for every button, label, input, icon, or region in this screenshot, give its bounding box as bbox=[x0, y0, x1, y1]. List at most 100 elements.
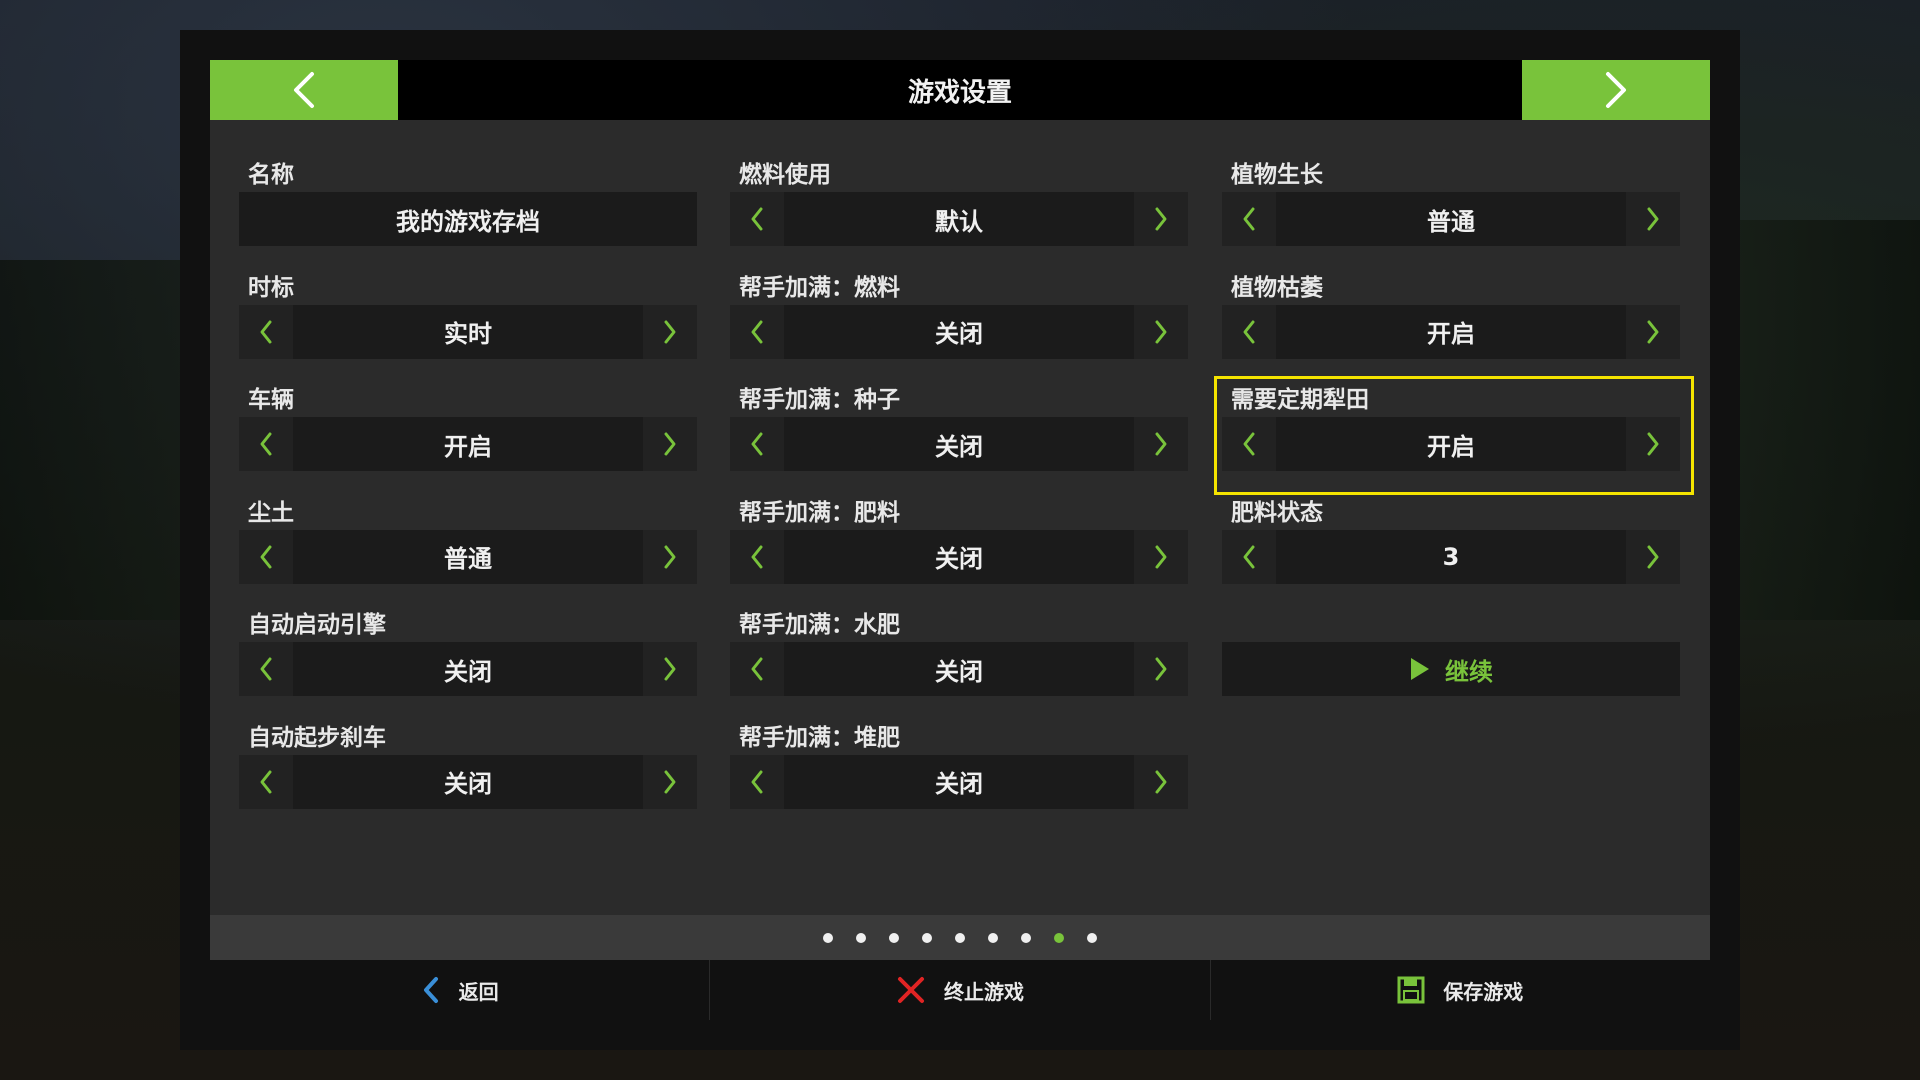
setting-label: 帮手加满：种子 bbox=[739, 387, 900, 413]
setting-item: 植物生长普通 bbox=[1222, 158, 1680, 271]
page-dot[interactable] bbox=[823, 932, 833, 943]
increase-option-button[interactable] bbox=[643, 417, 697, 471]
setting-selector[interactable]: 普通 bbox=[1222, 192, 1680, 246]
decrease-option-button[interactable] bbox=[1222, 417, 1276, 471]
increase-option-button[interactable] bbox=[643, 304, 697, 359]
setting-item: 帮手加满：种子关闭 bbox=[730, 383, 1188, 496]
setting-value: 关闭 bbox=[935, 657, 983, 686]
setting-selector[interactable]: 3 bbox=[1222, 529, 1680, 584]
increase-option-button[interactable] bbox=[643, 529, 697, 584]
setting-value: 普通 bbox=[444, 545, 492, 573]
page-dot[interactable] bbox=[1087, 932, 1097, 943]
decrease-option-button[interactable] bbox=[239, 417, 293, 471]
increase-option-button[interactable] bbox=[1134, 192, 1188, 246]
setting-label: 车辆 bbox=[248, 387, 294, 413]
setting-selector[interactable]: 开启 bbox=[1222, 304, 1680, 359]
increase-option-button[interactable] bbox=[1134, 529, 1188, 584]
chevron-left-icon bbox=[260, 770, 272, 793]
decrease-option-button[interactable] bbox=[730, 529, 784, 584]
setting-selector[interactable]: 关闭 bbox=[730, 529, 1188, 584]
decrease-option-button[interactable] bbox=[239, 304, 293, 359]
chevron-right-icon bbox=[1606, 72, 1626, 108]
page-dot[interactable] bbox=[955, 932, 965, 943]
decrease-option-button[interactable] bbox=[730, 754, 784, 809]
increase-option-button[interactable] bbox=[1134, 642, 1188, 696]
setting-label: 尘土 bbox=[248, 499, 294, 526]
decrease-option-button[interactable] bbox=[730, 417, 784, 471]
setting-value: 关闭 bbox=[444, 770, 492, 798]
chevron-right-icon bbox=[664, 432, 676, 456]
page-dot[interactable] bbox=[988, 932, 998, 943]
continue-button[interactable]: 继续 bbox=[1222, 642, 1680, 696]
chevron-right-icon bbox=[1155, 545, 1167, 568]
page-dot[interactable] bbox=[1021, 932, 1031, 943]
chevron-right-icon bbox=[1647, 320, 1659, 343]
setting-item: 帮手加满：水肥关闭 bbox=[730, 608, 1188, 721]
increase-option-button[interactable] bbox=[1626, 417, 1680, 471]
setting-text-field[interactable]: 我的游戏存档 bbox=[239, 192, 697, 246]
footer-bar: 返回 终止游戏 保存游戏 bbox=[210, 960, 1710, 1020]
decrease-option-button[interactable] bbox=[1222, 192, 1276, 246]
setting-label: 帮手加满：水肥 bbox=[739, 612, 900, 638]
increase-option-button[interactable] bbox=[1626, 529, 1680, 584]
settings-column-1: 名称 我的游戏存档 时标 实时 车辆 开启 尘土 普通 自动启动引擎 关闭 自动起步刹车 关闭 bbox=[239, 158, 697, 833]
quit-game-button[interactable]: 终止游戏 bbox=[710, 960, 1211, 1020]
page-dot[interactable] bbox=[922, 932, 932, 943]
setting-selector[interactable]: 默认 bbox=[730, 192, 1188, 246]
decrease-option-button[interactable] bbox=[730, 304, 784, 359]
increase-option-button[interactable] bbox=[1134, 417, 1188, 471]
settings-column-2: 燃料使用 默认 帮手加满：燃料 关闭 帮手加满：种子 关闭 帮手加满：肥料 关闭 帮手加满：水肥… bbox=[730, 158, 1188, 833]
setting-label: 燃料使用 bbox=[739, 162, 831, 188]
increase-option-button[interactable] bbox=[1134, 304, 1188, 359]
back-button[interactable]: 返回 bbox=[210, 960, 711, 1020]
increase-option-button[interactable] bbox=[643, 754, 697, 809]
setting-selector[interactable]: 关闭 bbox=[239, 754, 697, 809]
next-page-button[interactable] bbox=[1522, 60, 1710, 120]
setting-selector[interactable]: 关闭 bbox=[730, 304, 1188, 359]
chevron-right-icon bbox=[1155, 320, 1167, 343]
setting-item: 自动起步刹车 关闭 bbox=[239, 721, 697, 834]
chevron-right-icon bbox=[1155, 432, 1167, 456]
decrease-option-button[interactable] bbox=[730, 642, 784, 696]
setting-item: 帮手加满：肥料 关闭 bbox=[730, 496, 1188, 609]
chevron-right-icon bbox=[1155, 207, 1167, 231]
setting-value: 关闭 bbox=[935, 545, 983, 573]
setting-label: 植物枯萎 bbox=[1231, 274, 1323, 301]
chevron-left-icon bbox=[260, 545, 272, 568]
decrease-option-button[interactable] bbox=[1222, 304, 1276, 359]
decrease-option-button[interactable] bbox=[239, 642, 293, 696]
page-dot[interactable] bbox=[889, 932, 899, 943]
chevron-right-icon bbox=[664, 770, 676, 793]
setting-label: 名称 bbox=[248, 162, 294, 188]
setting-selector[interactable]: 关闭 bbox=[730, 417, 1188, 471]
chevron-right-icon bbox=[1155, 770, 1167, 793]
chevron-left-icon bbox=[751, 320, 763, 343]
previous-page-button[interactable] bbox=[210, 60, 398, 120]
close-x-icon bbox=[897, 977, 924, 1003]
increase-option-button[interactable] bbox=[1626, 304, 1680, 359]
setting-selector[interactable]: 开启 bbox=[1222, 417, 1680, 471]
setting-item: 植物枯萎开启 bbox=[1222, 271, 1680, 384]
increase-option-button[interactable] bbox=[643, 642, 697, 696]
setting-label: 植物生长 bbox=[1231, 162, 1323, 188]
setting-selector[interactable]: 实时 bbox=[239, 304, 697, 359]
increase-option-button[interactable] bbox=[1134, 754, 1188, 809]
setting-value: 3 bbox=[1442, 542, 1460, 571]
setting-selector[interactable]: 普通 bbox=[239, 529, 697, 584]
setting-selector[interactable]: 关闭 bbox=[239, 642, 697, 696]
setting-item: 尘土普通 bbox=[239, 496, 697, 609]
decrease-option-button[interactable] bbox=[239, 754, 293, 809]
settings-panel: 名称 我的游戏存档 时标 实时 车辆 开启 尘土 普通 自动启动引擎 关闭 自动起步刹车 关闭 燃料使… bbox=[210, 120, 1710, 915]
setting-selector[interactable]: 开启 bbox=[239, 417, 697, 471]
increase-option-button[interactable] bbox=[1626, 192, 1680, 246]
setting-selector[interactable]: 关闭 bbox=[730, 642, 1188, 696]
setting-selector[interactable]: 关闭 bbox=[730, 754, 1188, 809]
save-game-button[interactable]: 保存游戏 bbox=[1211, 960, 1710, 1020]
chevron-left-icon bbox=[751, 657, 763, 681]
floppy-disk-icon bbox=[1397, 976, 1425, 1004]
decrease-option-button[interactable] bbox=[239, 529, 293, 584]
page-dot[interactable] bbox=[856, 932, 866, 943]
decrease-option-button[interactable] bbox=[1222, 529, 1276, 584]
page-dot[interactable] bbox=[1054, 932, 1064, 943]
decrease-option-button[interactable] bbox=[730, 192, 784, 246]
